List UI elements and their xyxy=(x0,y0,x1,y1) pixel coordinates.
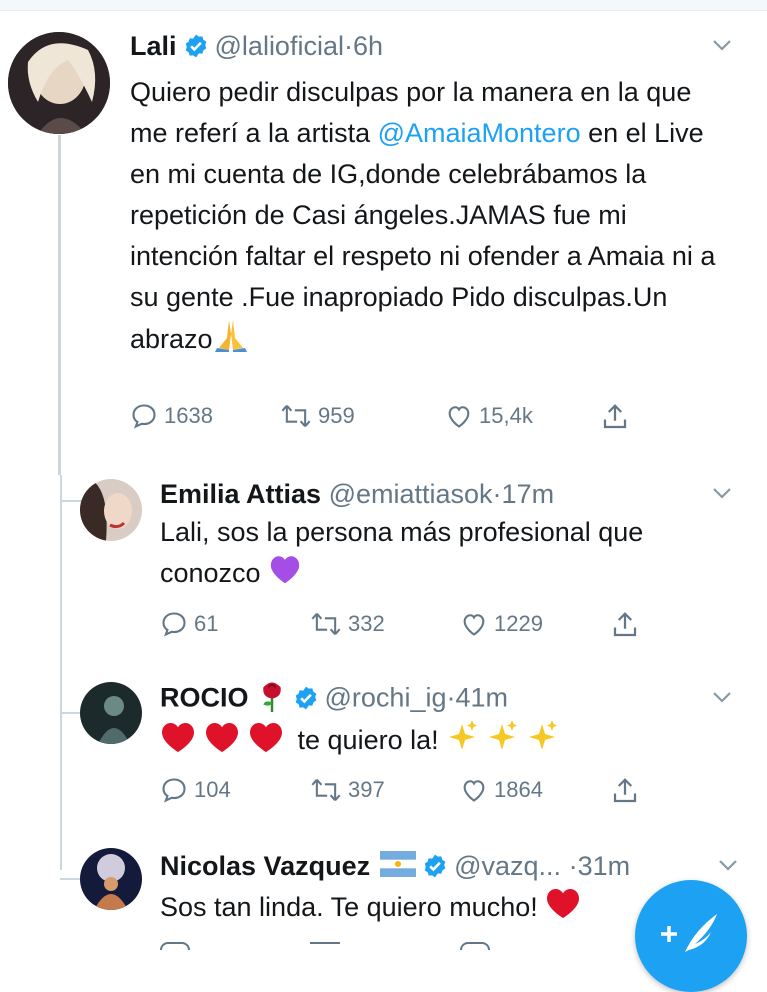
reply-button[interactable]: 104 xyxy=(160,776,231,804)
display-name[interactable]: Emilia Attias xyxy=(160,479,321,509)
compose-tweet-icon xyxy=(661,914,717,952)
reply-icon xyxy=(162,612,186,637)
reply-button[interactable]: 1638 xyxy=(130,402,213,430)
chevron-down-icon[interactable] xyxy=(711,686,733,708)
tweet-actions-partial xyxy=(160,940,620,950)
tweet-header: ROCIO @rochi_ig·41m xyxy=(160,680,508,719)
tweet-header: Lali @lalioficial·6h xyxy=(130,30,383,66)
verified-badge-icon xyxy=(422,853,448,886)
tweet-rocio[interactable]: ROCIO @rochi_ig·41m te quiero la! 104 397… xyxy=(0,672,767,842)
timestamp[interactable]: 17m xyxy=(502,479,555,509)
like-button[interactable]: 15,4k xyxy=(445,402,533,430)
share-icon xyxy=(613,612,637,637)
like-button[interactable]: 1229 xyxy=(460,610,543,638)
share-button[interactable] xyxy=(610,776,646,806)
reply-count: 104 xyxy=(194,777,231,802)
retweet-count: 959 xyxy=(318,403,355,428)
handle[interactable]: @emiattiasok xyxy=(329,479,493,509)
compose-tweet-button[interactable] xyxy=(635,880,747,992)
share-button[interactable] xyxy=(600,402,636,432)
avatar[interactable] xyxy=(80,848,142,910)
purple-heart-emoji xyxy=(268,553,302,597)
display-name[interactable]: Lali xyxy=(130,31,177,61)
verified-badge-icon xyxy=(293,685,319,718)
retweet-icon xyxy=(311,779,341,801)
argentina-flag-emoji xyxy=(380,851,417,884)
timestamp[interactable]: 41m xyxy=(455,683,508,713)
reply-icon xyxy=(132,404,156,429)
like-button[interactable]: 1864 xyxy=(460,776,543,804)
retweet-icon xyxy=(281,405,311,427)
share-icon xyxy=(603,404,627,429)
retweet-count: 332 xyxy=(348,611,385,636)
retweet-icon xyxy=(311,613,341,635)
sparkles-emoji xyxy=(446,718,566,766)
retweet-button[interactable]: 332 xyxy=(310,610,385,638)
timestamp[interactable]: 31m xyxy=(578,851,631,881)
tweet-header: Nicolas Vazquez @vazq... ·31m xyxy=(160,850,630,886)
retweet-count: 397 xyxy=(348,777,385,802)
heart-icon xyxy=(463,614,485,636)
separator-dot: · xyxy=(343,31,353,61)
share-icon xyxy=(613,778,637,803)
reply-count: 61 xyxy=(194,611,219,636)
display-name[interactable]: Nicolas Vazquez xyxy=(160,851,370,881)
rose-emoji xyxy=(257,680,287,719)
tweet-actions: 1638 959 15,4k xyxy=(130,402,650,434)
reply-count: 1638 xyxy=(164,403,213,428)
tweet-header: Emilia Attias @emiattiasok·17m xyxy=(160,478,554,510)
separator-dot: · xyxy=(492,479,502,509)
avatar[interactable] xyxy=(80,479,142,541)
share-button[interactable] xyxy=(610,610,646,640)
tweet-emilia[interactable]: Emilia Attias @emiattiasok·17m Lali, sos… xyxy=(0,470,767,670)
like-count: 1864 xyxy=(494,777,543,802)
timestamp[interactable]: 6h xyxy=(353,31,383,61)
heart-icon xyxy=(463,780,485,802)
separator-dot: · xyxy=(568,851,578,881)
chevron-down-icon[interactable] xyxy=(711,482,733,504)
tweet-actions: 104 397 1864 xyxy=(160,776,640,808)
handle[interactable]: @rochi_ig xyxy=(325,683,447,713)
reply-button[interactable]: 61 xyxy=(160,610,218,638)
tweet-lali[interactable]: Lali @lalioficial·6h Quiero pedir disculp… xyxy=(0,0,767,470)
handle[interactable]: @lalioficial xyxy=(215,31,344,61)
folded-hands-emoji xyxy=(213,318,249,364)
tweet-text-part: te quiero la! xyxy=(297,725,439,756)
tweet-text: Lali, sos la persona más profesional que… xyxy=(160,512,730,597)
avatar[interactable] xyxy=(8,32,110,134)
avatar[interactable] xyxy=(80,682,142,744)
red-hearts-emoji xyxy=(160,718,290,766)
tweet-text-part: Lali, sos la persona más profesional que… xyxy=(160,517,644,589)
retweet-button[interactable]: 959 xyxy=(280,402,355,430)
tweet-text-part: Sos tan linda. Te quiero mucho! xyxy=(160,892,538,923)
like-count: 15,4k xyxy=(479,403,533,428)
handle[interactable]: @vazq... xyxy=(454,851,561,881)
chevron-down-icon[interactable] xyxy=(717,854,739,876)
display-name[interactable]: ROCIO xyxy=(160,683,249,713)
tweet-text: Quiero pedir disculpas por la manera en … xyxy=(130,72,730,364)
reply-icon xyxy=(162,778,186,803)
red-heart-emoji xyxy=(545,886,581,932)
like-count: 1229 xyxy=(494,611,543,636)
tweet-text: te quiero la! xyxy=(160,718,730,766)
mention-link[interactable]: @AmaiaMontero xyxy=(378,118,581,148)
tweet-actions: 61 332 1229 xyxy=(160,610,640,642)
heart-icon xyxy=(448,406,470,428)
retweet-button[interactable]: 397 xyxy=(310,776,385,804)
verified-badge-icon xyxy=(183,33,209,66)
chevron-down-icon[interactable] xyxy=(711,34,733,56)
